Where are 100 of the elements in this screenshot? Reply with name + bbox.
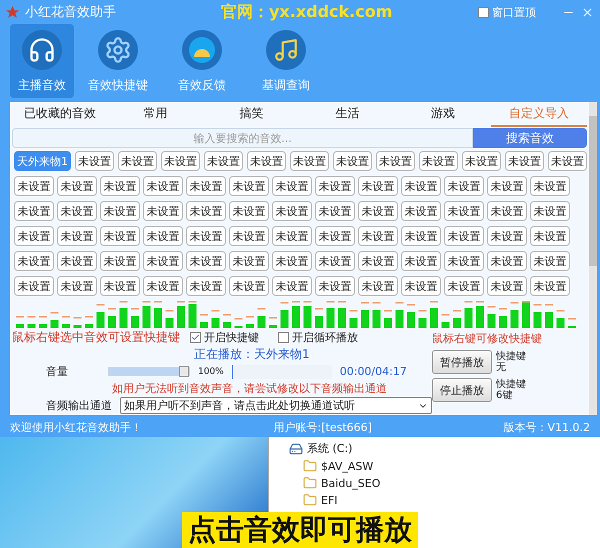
sound-button[interactable]: 未设置: [487, 251, 526, 271]
sound-button[interactable]: 未设置: [315, 176, 354, 196]
sound-button[interactable]: 未设置: [100, 176, 140, 196]
sound-button[interactable]: 未设置: [14, 201, 54, 221]
sound-button[interactable]: 未设置: [444, 201, 484, 221]
sound-button[interactable]: 未设置: [57, 176, 96, 196]
sound-button[interactable]: 未设置: [143, 226, 182, 246]
sound-button[interactable]: 未设置: [186, 176, 226, 196]
loop-checkbox[interactable]: 开启循环播放: [278, 330, 358, 345]
scrollbar[interactable]: [589, 102, 597, 415]
sound-button[interactable]: 未设置: [57, 201, 96, 221]
now-playing-text: 正在播放：天外来物1: [193, 346, 310, 363]
sound-button[interactable]: 未设置: [358, 176, 398, 196]
sound-button[interactable]: 未设置: [118, 151, 157, 171]
sound-button[interactable]: 未设置: [548, 151, 587, 171]
playback-button[interactable]: 停止播放: [432, 378, 492, 402]
sound-button[interactable]: 未设置: [418, 151, 458, 171]
close-icon[interactable]: [581, 6, 594, 18]
sound-button[interactable]: 未设置: [487, 201, 526, 221]
sound-button[interactable]: 未设置: [401, 201, 440, 221]
sound-button[interactable]: 未设置: [272, 226, 312, 246]
sound-button[interactable]: 未设置: [504, 151, 544, 171]
sound-button[interactable]: 未设置: [14, 276, 54, 296]
sound-button[interactable]: 未设置: [229, 226, 268, 246]
sound-button[interactable]: 未设置: [57, 226, 96, 246]
search-field[interactable]: 输入要搜索的音效...: [12, 128, 473, 148]
sound-button[interactable]: 未设置: [358, 201, 398, 221]
sound-button[interactable]: 未设置: [315, 276, 354, 296]
sound-button[interactable]: 未设置: [143, 276, 182, 296]
sound-button[interactable]: 未设置: [444, 251, 484, 271]
sound-button[interactable]: 未设置: [57, 251, 96, 271]
sound-button[interactable]: 未设置: [462, 151, 501, 171]
sound-button[interactable]: 未设置: [487, 226, 526, 246]
sound-button[interactable]: 未设置: [444, 276, 484, 296]
sound-button[interactable]: 未设置: [186, 276, 226, 296]
sound-button[interactable]: 未设置: [358, 251, 398, 271]
sound-button[interactable]: 未设置: [204, 151, 243, 171]
sound-button[interactable]: 未设置: [100, 226, 140, 246]
sound-button[interactable]: 未设置: [358, 226, 398, 246]
sound-button[interactable]: 未设置: [332, 151, 372, 171]
sound-button[interactable]: 未设置: [315, 226, 354, 246]
tree-item[interactable]: Baidu_SEO: [289, 476, 398, 490]
sound-button[interactable]: 未设置: [186, 201, 226, 221]
sound-button[interactable]: 未设置: [229, 201, 268, 221]
sound-button[interactable]: 未设置: [401, 251, 440, 271]
sound-button[interactable]: 未设置: [530, 276, 570, 296]
sound-button[interactable]: 未设置: [272, 251, 312, 271]
sound-button[interactable]: 未设置: [74, 151, 114, 171]
category-tab[interactable]: 游戏: [395, 102, 492, 126]
sound-button[interactable]: 未设置: [530, 176, 570, 196]
sound-button[interactable]: 未设置: [401, 226, 440, 246]
sound-button[interactable]: 未设置: [100, 201, 140, 221]
sound-button[interactable]: 未设置: [186, 251, 226, 271]
sound-button[interactable]: 未设置: [444, 226, 484, 246]
category-tab[interactable]: 常用: [108, 102, 204, 126]
sound-button[interactable]: 未设置: [229, 276, 268, 296]
sound-button[interactable]: 未设置: [487, 176, 526, 196]
output-dropdown[interactable]: 如果用户听不到声音，请点击此处切换通道试听: [120, 397, 432, 414]
sound-button[interactable]: 未设置: [358, 276, 398, 296]
tree-item[interactable]: EFI: [289, 493, 398, 507]
category-tab[interactable]: 搞笑: [204, 102, 300, 126]
sound-button[interactable]: 未设置: [14, 251, 54, 271]
sound-button[interactable]: 未设置: [530, 251, 570, 271]
sound-button[interactable]: 未设置: [143, 176, 182, 196]
sound-button[interactable]: 未设置: [100, 276, 140, 296]
tree-item[interactable]: 系统 (C:): [289, 441, 398, 456]
sound-button[interactable]: 未设置: [100, 251, 140, 271]
sound-button[interactable]: 未设置: [272, 176, 312, 196]
sound-button[interactable]: 未设置: [246, 151, 286, 171]
playback-button[interactable]: 暂停播放: [432, 350, 492, 374]
sound-button[interactable]: 未设置: [229, 251, 268, 271]
sound-button[interactable]: 未设置: [57, 276, 96, 296]
sound-button[interactable]: 未设置: [530, 226, 570, 246]
sound-button[interactable]: 未设置: [143, 201, 182, 221]
sound-button[interactable]: 未设置: [14, 176, 54, 196]
search-button[interactable]: 搜索音效: [473, 128, 587, 148]
sound-button[interactable]: 未设置: [401, 176, 440, 196]
sound-button[interactable]: 未设置: [272, 276, 312, 296]
volume-reading: 100%: [198, 366, 224, 376]
sound-button[interactable]: 未设置: [229, 176, 268, 196]
sound-button[interactable]: 未设置: [143, 251, 182, 271]
sound-button[interactable]: 未设置: [530, 201, 570, 221]
hotkey-checkbox[interactable]: 开启快捷键: [190, 330, 270, 345]
category-tab[interactable]: 生活: [299, 102, 396, 126]
tree-item[interactable]: $AV_ASW: [289, 459, 398, 473]
nav-item[interactable]: 主播音效: [10, 24, 74, 98]
sound-button[interactable]: 未设置: [315, 201, 354, 221]
sound-button[interactable]: 未设置: [186, 226, 226, 246]
sound-button[interactable]: 未设置: [376, 151, 415, 171]
sound-button[interactable]: 未设置: [315, 251, 354, 271]
folder-icon: [303, 493, 317, 507]
sound-button[interactable]: 未设置: [290, 151, 329, 171]
sound-button[interactable]: 未设置: [160, 151, 200, 171]
sound-button[interactable]: 未设置: [487, 276, 526, 296]
sound-button[interactable]: 未设置: [14, 226, 54, 246]
volume-slider[interactable]: [108, 367, 190, 376]
sound-button[interactable]: 未设置: [401, 276, 440, 296]
category-tab[interactable]: 已收藏的音效: [12, 102, 108, 126]
sound-button[interactable]: 未设置: [272, 201, 312, 221]
sound-button[interactable]: 未设置: [444, 176, 484, 196]
